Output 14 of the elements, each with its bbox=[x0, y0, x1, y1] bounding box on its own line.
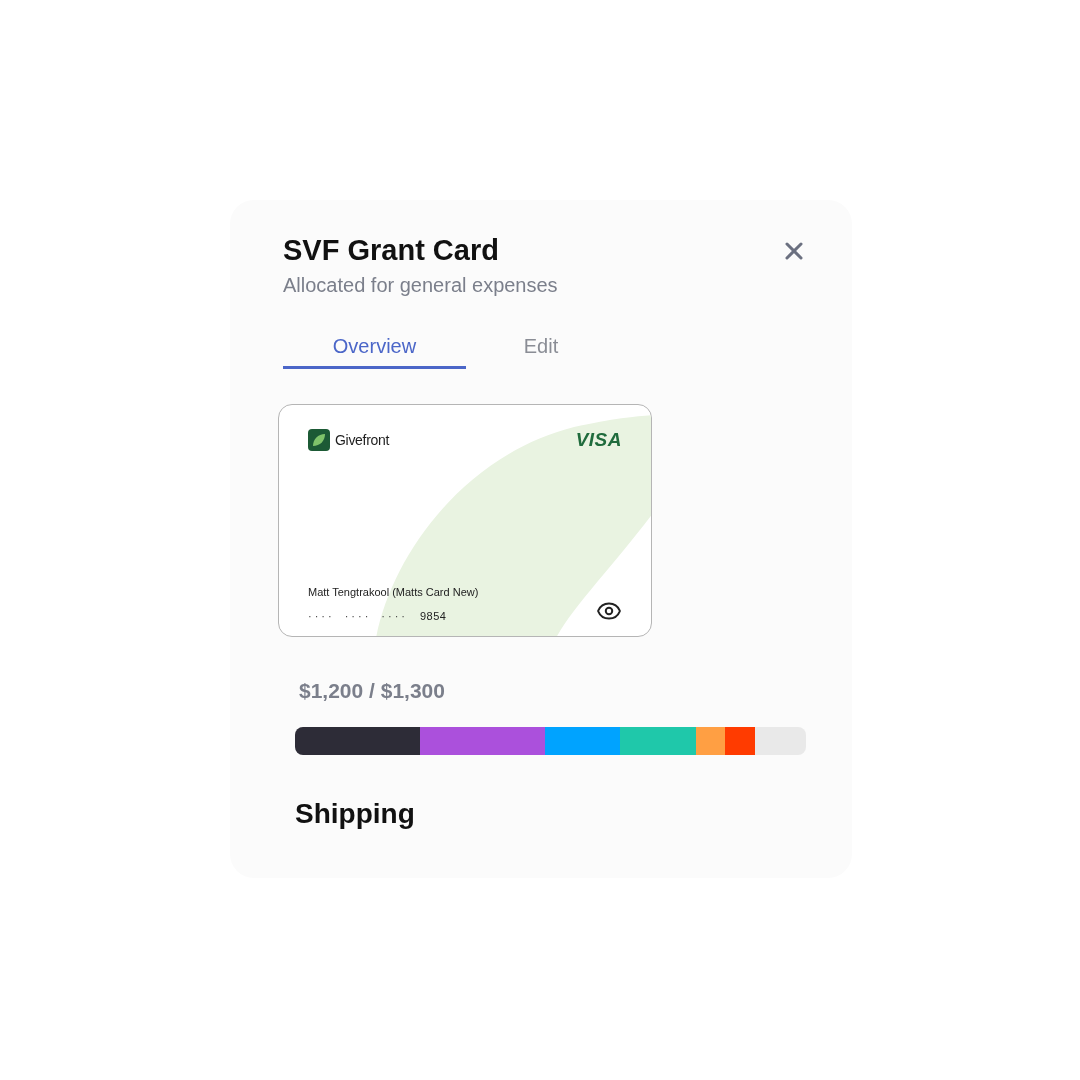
tab[interactable]: Edit bbox=[466, 332, 616, 369]
tab[interactable]: Overview bbox=[283, 332, 466, 369]
masked-digits: ···· bbox=[381, 609, 408, 624]
section-heading: Shipping bbox=[295, 797, 416, 831]
dialog-title: SVF Grant Card bbox=[283, 233, 500, 267]
dialog-subtitle: Allocated for general expenses bbox=[283, 273, 558, 298]
leaf-logo-icon bbox=[308, 429, 330, 451]
cardholder-name: Matt Tengtrakool (Matts Card New) bbox=[308, 585, 479, 600]
brand-name: Givefront bbox=[335, 431, 390, 450]
card-last-digits: 9854 bbox=[419, 609, 447, 624]
masked-digits: ···· bbox=[308, 609, 335, 624]
card-network: VISA bbox=[575, 428, 622, 452]
masked-digits: ···· bbox=[344, 609, 372, 624]
spent-amount: $1,200 / $1,300 bbox=[298, 678, 446, 704]
